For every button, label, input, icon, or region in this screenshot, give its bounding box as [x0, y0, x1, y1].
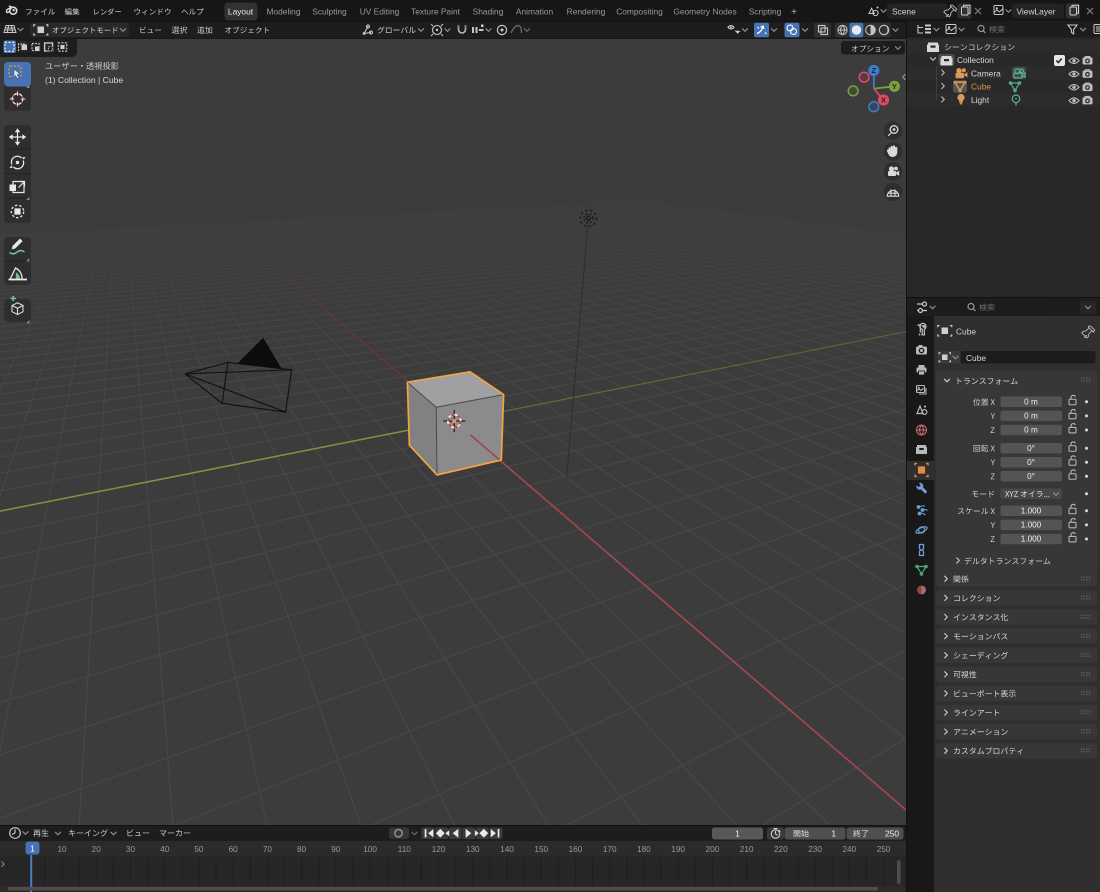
svg-text:160: 160: [569, 845, 583, 854]
svg-text:100: 100: [363, 845, 377, 854]
svg-text:1: 1: [735, 829, 740, 839]
svg-text:90: 90: [331, 845, 341, 854]
svg-text:0 m: 0 m: [1024, 397, 1038, 406]
svg-text:Cube: Cube: [966, 353, 986, 363]
svg-text:Camera: Camera: [971, 68, 1001, 78]
svg-text:Scripting: Scripting: [749, 7, 782, 17]
svg-text:60: 60: [229, 845, 239, 854]
svg-text:Y: Y: [892, 82, 897, 91]
svg-text:10: 10: [57, 845, 67, 854]
svg-text:200: 200: [706, 845, 720, 854]
svg-text:0 m: 0 m: [1024, 426, 1038, 435]
svg-text:80: 80: [297, 845, 307, 854]
svg-text:Geometry Nodes: Geometry Nodes: [673, 7, 736, 17]
svg-text:1.000: 1.000: [1021, 535, 1042, 544]
svg-text:130: 130: [466, 845, 480, 854]
svg-text:40: 40: [160, 845, 170, 854]
svg-text:150: 150: [534, 845, 548, 854]
svg-text:140: 140: [500, 845, 514, 854]
svg-text:0 m: 0 m: [1024, 412, 1038, 421]
svg-text:250: 250: [877, 845, 891, 854]
svg-text:Scene: Scene: [892, 7, 916, 17]
svg-text:1.000: 1.000: [1021, 506, 1042, 515]
svg-text:Sculpting: Sculpting: [312, 7, 347, 17]
svg-text:180: 180: [637, 845, 651, 854]
svg-text:Layout: Layout: [228, 7, 254, 17]
svg-text:Cube: Cube: [956, 327, 976, 337]
svg-text:1: 1: [30, 844, 35, 854]
svg-text:UV Editing: UV Editing: [360, 7, 400, 17]
svg-text:(1) Collection | Cube: (1) Collection | Cube: [45, 75, 123, 85]
svg-text:0°: 0°: [1027, 472, 1035, 481]
svg-text:Animation: Animation: [516, 7, 554, 17]
svg-text:Texture Paint: Texture Paint: [411, 7, 461, 17]
svg-text:Cube: Cube: [971, 82, 991, 92]
svg-text:70: 70: [263, 845, 273, 854]
svg-text:0°: 0°: [1027, 458, 1035, 467]
svg-text:110: 110: [398, 845, 411, 854]
svg-text:190: 190: [671, 845, 685, 854]
svg-text:1: 1: [831, 829, 836, 839]
svg-text:ViewLayer: ViewLayer: [1017, 7, 1056, 17]
svg-text:X: X: [881, 96, 886, 105]
svg-text:30: 30: [126, 845, 136, 854]
svg-text:Z: Z: [872, 66, 877, 75]
svg-text:120: 120: [432, 845, 446, 854]
svg-text:+: +: [791, 7, 797, 18]
svg-text:20: 20: [92, 845, 102, 854]
svg-text:Modeling: Modeling: [267, 7, 301, 17]
svg-text:Light: Light: [971, 95, 990, 105]
svg-text:230: 230: [808, 845, 822, 854]
svg-text:240: 240: [842, 845, 856, 854]
svg-text:220: 220: [774, 845, 788, 854]
svg-text:Collection: Collection: [957, 55, 994, 65]
svg-text:50: 50: [194, 845, 204, 854]
svg-text:Rendering: Rendering: [567, 7, 606, 17]
svg-text:Compositing: Compositing: [616, 7, 663, 17]
svg-text:Shading: Shading: [473, 7, 504, 17]
svg-text:1.000: 1.000: [1021, 521, 1042, 530]
svg-text:170: 170: [603, 845, 617, 854]
svg-text:0°: 0°: [1027, 444, 1035, 453]
svg-text:250: 250: [885, 829, 899, 839]
svg-text:210: 210: [740, 845, 754, 854]
